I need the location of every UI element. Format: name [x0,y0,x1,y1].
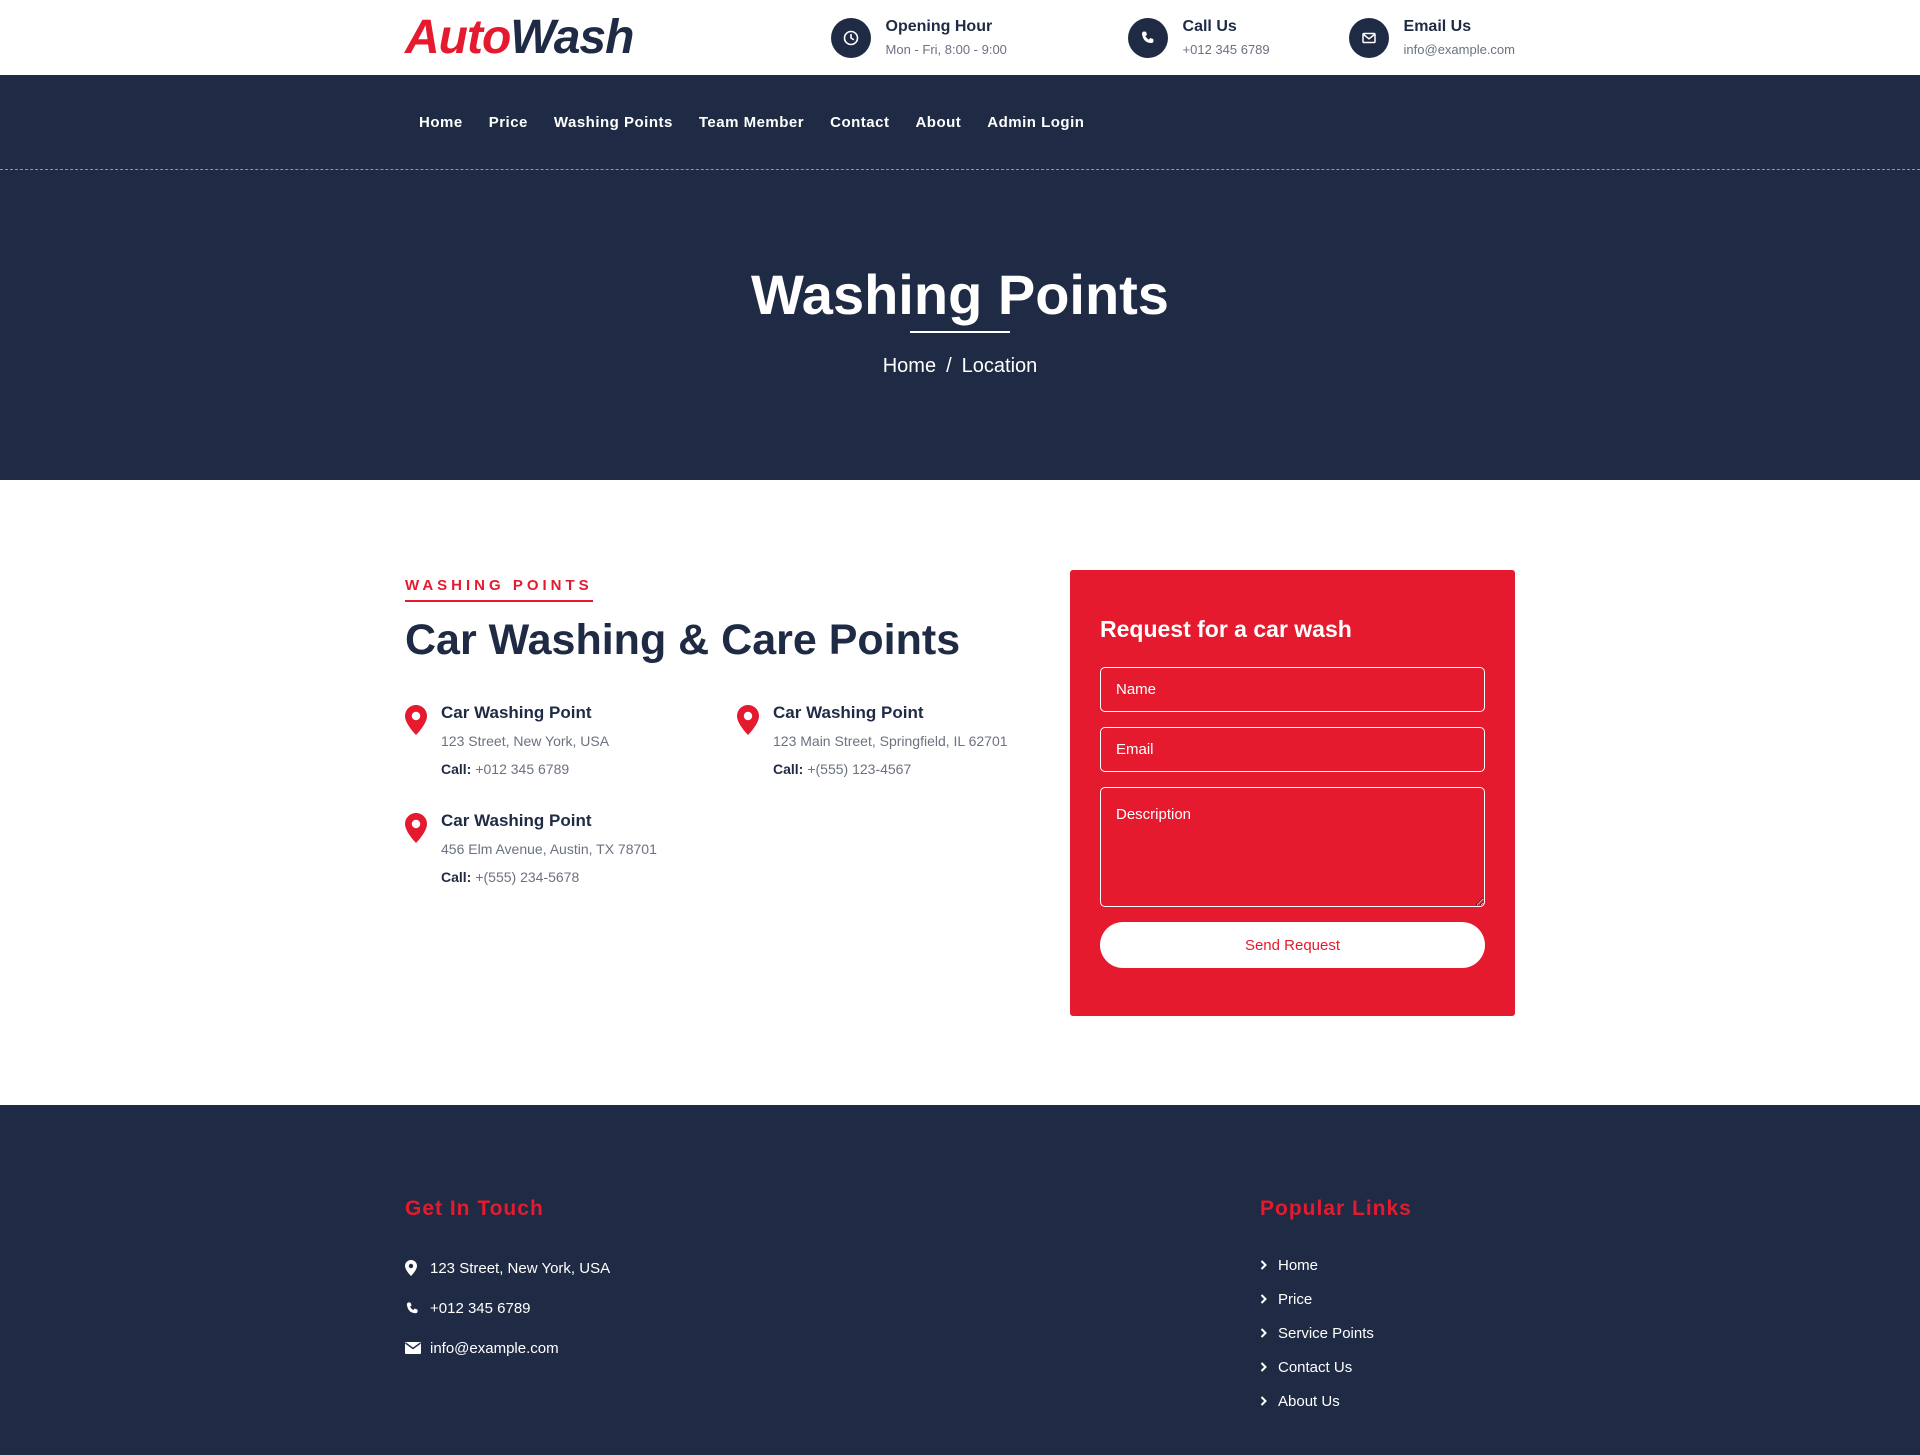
washing-point-card: Car Washing Point 123 Street, New York, … [405,703,737,777]
point-name: Car Washing Point [773,703,924,722]
nav-washing-points[interactable]: Washing Points [541,114,686,131]
footer-links-title: Popular Links [1260,1197,1412,1220]
footer-address: 123 Street, New York, USA [405,1248,610,1288]
logo[interactable]: AutoWash [405,10,634,65]
point-name: Car Washing Point [441,811,592,830]
point-address: 123 Main Street, Springfield, IL 62701 [773,733,1008,749]
nav-contact[interactable]: Contact [817,114,902,131]
opening-hour-value: Mon - Fri, 8:00 - 9:00 [885,42,1007,57]
footer-link-price[interactable]: Price [1260,1282,1515,1316]
opening-hour-title: Opening Hour [885,18,993,35]
chevron-right-icon [1260,1291,1278,1308]
clock-icon [830,17,871,58]
breadcrumb: Home / Location [0,355,1920,378]
envelope-icon [405,1342,430,1354]
washing-points-section: WASHING POINTS Car Washing & Care Points… [0,480,1920,1105]
car-wash-request-form: Request for a car wash Send Request [1070,570,1515,1016]
footer-phone-text[interactable]: +012 345 6789 [430,1300,531,1317]
logo-part-wash: Wash [510,11,634,64]
call-us-info: Call Us +012 345 6789 [1127,17,1349,58]
footer-link-about-us[interactable]: About Us [1260,1384,1515,1418]
phone-icon [405,1301,430,1316]
footer-touch-title: Get In Touch [405,1197,544,1220]
call-us-title: Call Us [1182,18,1237,35]
footer-link-label: Home [1278,1256,1319,1274]
section-title: Car Washing & Care Points [405,616,961,664]
description-field[interactable] [1100,787,1485,907]
map-pin-icon [405,703,441,777]
map-marker-icon [405,1260,430,1276]
email-us-value: info@example.com [1403,42,1515,57]
point-phone-value[interactable]: +(555) 123-4567 [807,761,911,777]
footer-email-text[interactable]: info@example.com [430,1340,559,1357]
point-address: 123 Street, New York, USA [441,733,610,749]
send-request-button[interactable]: Send Request [1100,922,1485,968]
email-field[interactable] [1100,727,1485,772]
page-title: Washing Points [751,263,1169,326]
washing-point-card: Car Washing Point 456 Elm Avenue, Austin… [405,811,737,885]
map-pin-icon [405,811,441,885]
opening-hour-info: Opening Hour Mon - Fri, 8:00 - 9:00 [830,17,1128,58]
point-phone-value[interactable]: +(555) 234-5678 [475,869,579,885]
call-label: Call: [773,761,804,777]
footer-link-label: Service Points [1278,1324,1374,1342]
nav-about[interactable]: About [902,114,974,131]
nav-admin-login[interactable]: Admin Login [974,114,1097,131]
point-name: Car Washing Point [441,703,592,722]
footer-link-contact-us[interactable]: Contact Us [1260,1350,1515,1384]
footer-email: info@example.com [405,1328,610,1368]
section-eyebrow: WASHING POINTS [405,577,593,602]
main-navbar: Home Price Washing Points Team Member Co… [0,75,1920,170]
call-us-value: +012 345 6789 [1182,42,1270,57]
map-pin-icon [737,703,773,777]
footer-link-service-points[interactable]: Service Points [1260,1316,1515,1350]
breadcrumb-separator: / [946,355,952,377]
footer-link-label: Price [1278,1290,1313,1308]
point-phone: Call: +(555) 123-4567 [773,761,1008,777]
point-phone-value[interactable]: +012 345 6789 [475,761,569,777]
email-us-title: Email Us [1403,18,1472,35]
footer-popular-links: Popular Links Home Price Service Points … [1260,1197,1515,1418]
breadcrumb-current: Location [961,355,1038,377]
page-header: Washing Points Home / Location [0,170,1920,480]
nav-home[interactable]: Home [405,114,476,131]
point-address: 456 Elm Avenue, Austin, TX 78701 [441,841,657,857]
footer-phone: +012 345 6789 [405,1288,610,1328]
logo-part-auto: Auto [405,11,511,64]
footer: Get In Touch 123 Street, New York, USA +… [0,1105,1920,1455]
call-label: Call: [441,869,472,885]
form-title: Request for a car wash [1100,616,1352,642]
chevron-right-icon [1260,1359,1278,1376]
footer-link-home[interactable]: Home [1260,1248,1515,1282]
nav-team-member[interactable]: Team Member [686,114,817,131]
call-label: Call: [441,761,472,777]
point-phone: Call: +(555) 234-5678 [441,869,657,885]
envelope-icon [1348,17,1389,58]
phone-icon [1127,17,1168,58]
title-underline [910,331,1010,333]
chevron-right-icon [1260,1393,1278,1410]
name-field[interactable] [1100,667,1485,712]
top-bar: AutoWash Opening Hour Mon - Fri, 8:00 - … [0,0,1920,75]
footer-get-in-touch: Get In Touch 123 Street, New York, USA +… [405,1197,610,1418]
breadcrumb-home[interactable]: Home [883,355,936,378]
footer-link-label: About Us [1278,1392,1340,1410]
email-us-info: Email Us info@example.com [1348,17,1515,58]
washing-point-card: Car Washing Point 123 Main Street, Sprin… [737,703,1069,777]
chevron-right-icon [1260,1257,1278,1274]
footer-address-text: 123 Street, New York, USA [430,1259,611,1277]
footer-link-label: Contact Us [1278,1358,1353,1376]
points-list: Car Washing Point 123 Street, New York, … [405,703,1075,885]
chevron-right-icon [1260,1325,1278,1342]
nav-price[interactable]: Price [476,114,541,131]
point-phone: Call: +012 345 6789 [441,761,609,777]
